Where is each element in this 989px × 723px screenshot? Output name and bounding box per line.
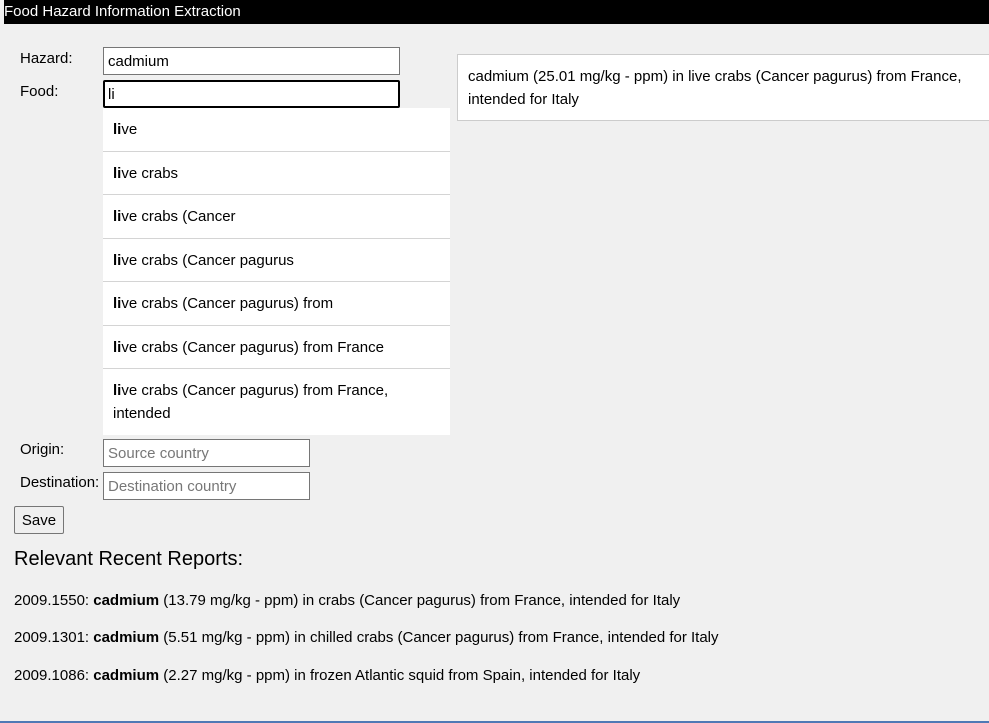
- report-item: 2009.1301: cadmium (5.51 mg/kg - ppm) in…: [14, 629, 719, 646]
- autocomplete-option[interactable]: live crabs (Cancer pagurus) from France: [103, 326, 450, 369]
- report-item: 2009.1086: cadmium (2.27 mg/kg - ppm) in…: [14, 667, 640, 684]
- report-id: 2009.1550:: [14, 592, 90, 609]
- autocomplete-option-text: ve crabs: [121, 165, 179, 182]
- food-input[interactable]: [103, 80, 400, 108]
- autocomplete-option[interactable]: live crabs (Cancer pagurus) from France,…: [103, 369, 450, 435]
- extraction-preview: cadmium (25.01 mg/kg - ppm) in live crab…: [457, 54, 989, 121]
- save-button[interactable]: Save: [14, 506, 64, 534]
- autocomplete-option[interactable]: live crabs (Cancer pagurus: [103, 239, 450, 282]
- autocomplete-option[interactable]: live: [103, 108, 450, 152]
- autocomplete-option[interactable]: live crabs (Cancer: [103, 195, 450, 239]
- report-details: (5.51 mg/kg - ppm) in chilled crabs (Can…: [163, 629, 719, 646]
- autocomplete-option-text: ve crabs (Cancer: [121, 208, 236, 225]
- report-item: 2009.1550: cadmium (13.79 mg/kg - ppm) i…: [14, 592, 680, 609]
- report-id: 2009.1086:: [14, 667, 90, 684]
- app-title-bar: Food Hazard Information Extraction: [4, 0, 989, 24]
- autocomplete-option-text: ve: [121, 121, 138, 138]
- origin-input[interactable]: [103, 439, 310, 467]
- autocomplete-option-text: ve crabs (Cancer pagurus) from: [121, 295, 334, 312]
- recent-reports-title: Relevant Recent Reports:: [14, 548, 244, 570]
- hazard-label: Hazard:: [20, 50, 73, 67]
- report-details: (2.27 mg/kg - ppm) in frozen Atlantic sq…: [163, 667, 641, 684]
- autocomplete-option[interactable]: live crabs: [103, 152, 450, 195]
- food-autocomplete-dropdown: live live crabs live crabs (Cancer live …: [103, 108, 450, 435]
- destination-input[interactable]: [103, 472, 310, 500]
- hazard-input[interactable]: [103, 47, 400, 75]
- report-id: 2009.1301:: [14, 629, 90, 646]
- report-hazard: cadmium: [93, 592, 160, 609]
- extraction-preview-text: cadmium (25.01 mg/kg - ppm) in live crab…: [468, 68, 962, 108]
- report-hazard: cadmium: [93, 629, 160, 646]
- report-hazard: cadmium: [93, 667, 160, 684]
- report-details: (13.79 mg/kg - ppm) in crabs (Cancer pag…: [163, 592, 681, 609]
- origin-label: Origin:: [20, 441, 65, 458]
- autocomplete-option-text: ve crabs (Cancer pagurus) from France: [121, 339, 384, 356]
- destination-label: Destination:: [20, 474, 100, 491]
- autocomplete-option-text: ve crabs (Cancer pagurus: [121, 252, 294, 269]
- autocomplete-option[interactable]: live crabs (Cancer pagurus) from: [103, 282, 450, 326]
- app-title: Food Hazard Information Extraction: [4, 3, 241, 20]
- autocomplete-option-text: ve crabs (Cancer pagurus) from France, i…: [113, 382, 389, 422]
- food-label: Food:: [20, 83, 59, 100]
